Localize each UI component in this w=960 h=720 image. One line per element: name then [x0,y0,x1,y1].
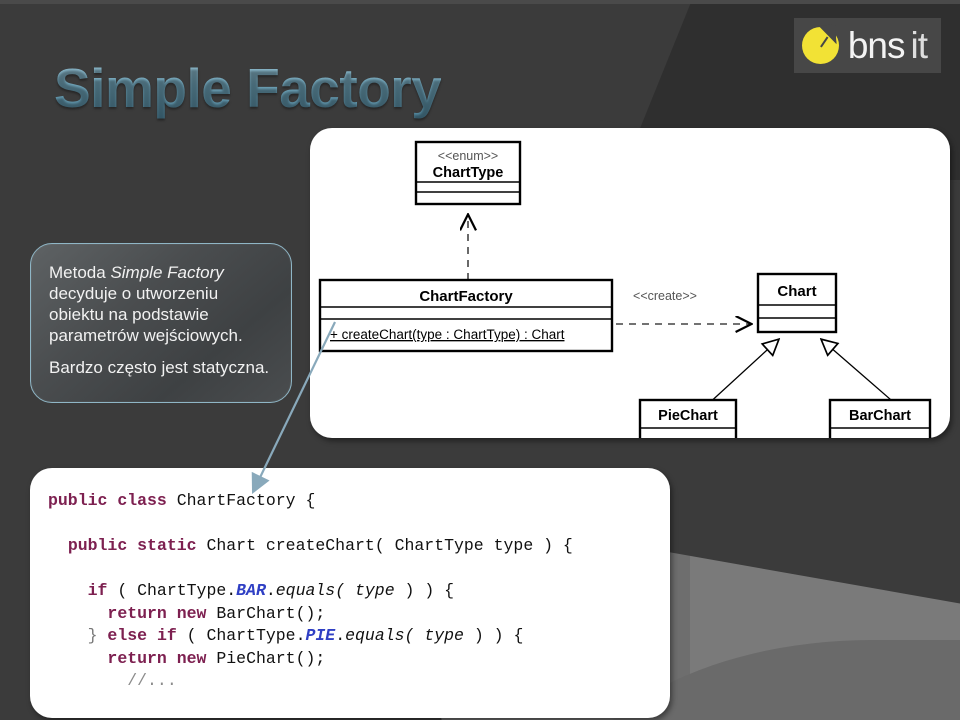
factory-name: ChartFactory [419,288,513,305]
code-token: ) ) { [463,626,524,645]
code-line: return new PieChart(); [48,648,670,671]
brand-logo: bns it [793,18,941,73]
code-token: BAR [236,581,266,600]
top-strip [0,0,960,4]
code-line: public static Chart createChart( ChartTy… [48,535,670,558]
logo-text-primary: bns [847,25,906,66]
note-paragraph-1: Metoda Simple Factory decyduje o utworze… [49,262,275,346]
code-token: new [176,648,207,668]
code-token: ( ChartType. [176,626,306,645]
code-line: //... [48,670,670,693]
code-line: public class ChartFactory { [48,490,670,513]
note-suffix: decyduje o utworzeniu obiektu na podstaw… [49,284,243,346]
logo-text: bns it [847,25,928,66]
uml-diagram: <<enum>> ChartType ChartFactory + create… [318,140,932,438]
code-token: Chart createChart( ChartType type ) { [196,536,573,555]
piechart-name: PieChart [658,408,718,424]
code-token: } [87,626,98,645]
code-token: return [107,648,167,668]
code-token: public [67,536,128,555]
code-token: static [137,536,197,555]
code-token: PieChart(); [206,648,326,668]
generalization-piechart [705,340,778,407]
uml-class-chartfactory: ChartFactory + createChart(type : ChartT… [318,278,614,353]
code-token: type [424,626,464,645]
logo-text-secondary: it [910,25,928,66]
uml-class-piechart: PieChart [638,398,738,438]
code-token: BarChart(); [206,603,326,623]
code-token: new [176,603,207,623]
barchart-name: BarChart [849,408,911,424]
code-token: type [355,581,395,600]
code-line: return new BarChart(); [48,603,670,626]
page-title: Simple Factory [54,57,442,119]
code-token: . [335,626,346,645]
code-listing: public class ChartFactory { public stati… [48,490,670,693]
code-panel: public class ChartFactory { public stati… [30,468,670,718]
code-token: //... [127,671,177,690]
code-token: ( ChartType. [107,581,237,600]
note-emphasis: Simple Factory [110,263,224,282]
code-token: equals( [345,626,415,645]
code-token: if [87,581,108,600]
code-token: return [107,603,167,623]
factory-method: + createChart(type : ChartType) : Chart [330,327,565,342]
enum-name: ChartType [433,165,504,181]
code-token: ) ) { [394,581,455,600]
note-box: Metoda Simple Factory decyduje o utworze… [30,243,292,403]
create-stereotype-label: <<create>> [633,289,697,303]
code-line: } else if ( ChartType.PIE.equals( type )… [48,625,670,648]
code-token: . [265,581,276,600]
uml-class-charttype: <<enum>> ChartType [414,140,522,206]
note-prefix: Metoda [49,263,111,282]
code-token: equals( [275,581,346,600]
code-token: PIE [305,626,336,645]
chart-name: Chart [777,283,816,300]
enum-stereotype: <<enum>> [438,149,498,163]
uml-class-chart: Chart [756,272,838,334]
code-token: class [117,491,167,510]
code-token: else [107,626,148,645]
code-token: public [48,491,108,510]
code-token: if [156,626,177,645]
bns-clock-mark-icon [801,27,839,64]
generalization-barchart [822,340,899,407]
code-token: ChartFactory { [166,491,316,510]
uml-class-barchart: BarChart [828,398,932,438]
code-line: if ( ChartType.BAR.equals( type ) ) { [48,580,670,603]
note-paragraph-2: Bardzo często jest statyczna. [49,358,270,378]
slide: Simple Factory bns it Metoda Simple Facto… [0,0,960,720]
uml-diagram-panel: <<enum>> ChartType ChartFactory + create… [310,128,950,438]
